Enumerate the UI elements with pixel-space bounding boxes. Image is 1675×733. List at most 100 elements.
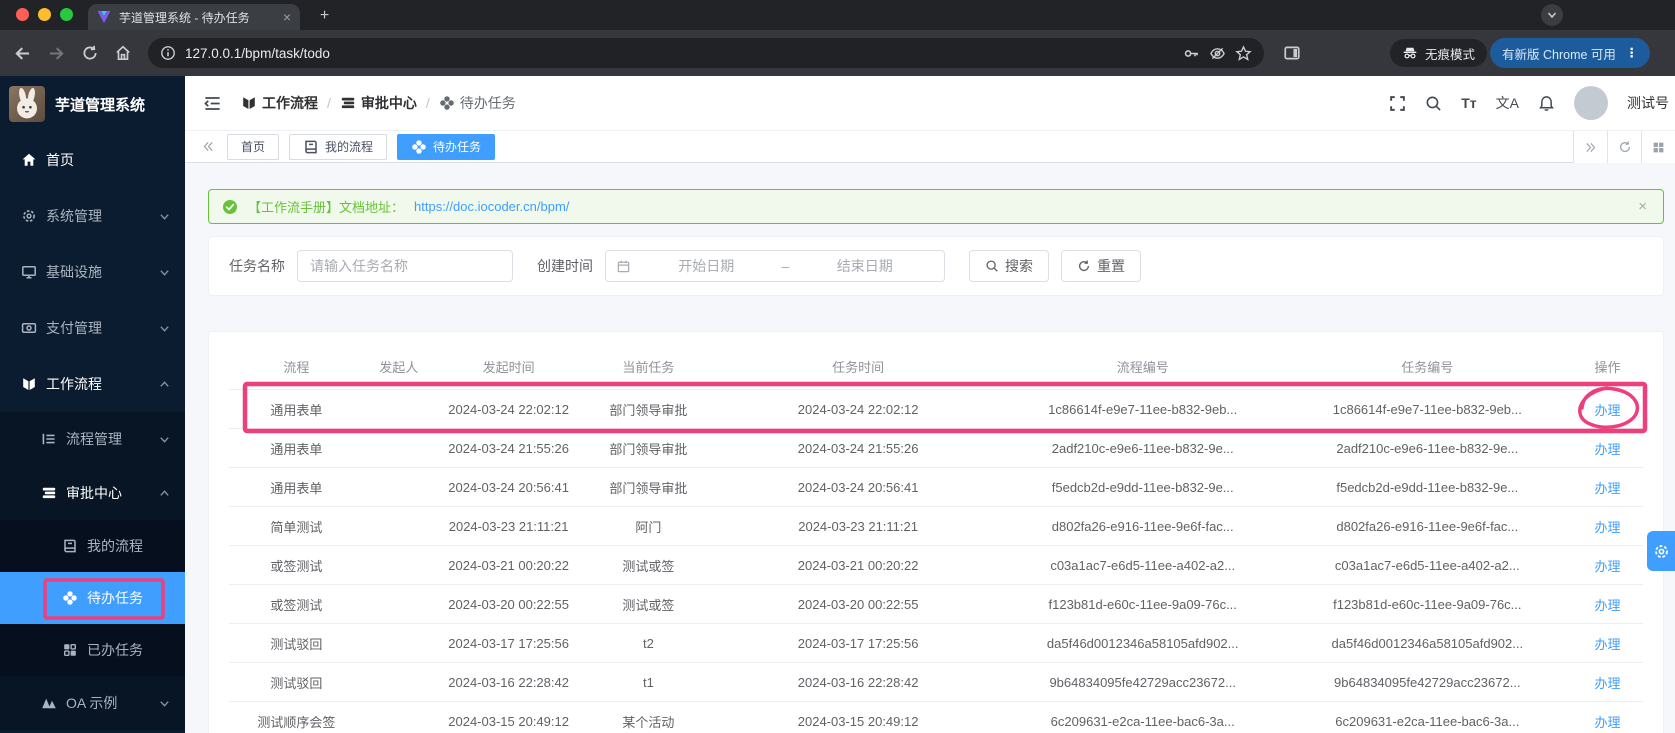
table-row: 或签测试 2024-03-20 00:22:55 测试或签 2024-03-20 00… xyxy=(229,585,1643,624)
tab-todo-tasks[interactable]: 待办任务 xyxy=(397,133,496,160)
alert-close-icon[interactable]: × xyxy=(1638,198,1647,215)
reset-button[interactable]: 重置 xyxy=(1061,250,1141,282)
cell-process-id: f5edcb2d-e9dd-11ee-b832-9e... xyxy=(1051,479,1234,495)
fullscreen-icon[interactable] xyxy=(1389,95,1406,112)
refresh-page-icon[interactable] xyxy=(1607,131,1641,163)
eye-off-icon[interactable] xyxy=(1209,45,1226,62)
page-content: 【工作流手册】文档地址： https://doc.iocoder.cn/bpm/… xyxy=(185,164,1675,733)
handle-link[interactable]: 办理 xyxy=(1595,598,1621,613)
chevron-down-icon xyxy=(159,211,170,222)
forward-icon[interactable] xyxy=(47,44,66,63)
app-logo-row[interactable]: 芋道管理系统 xyxy=(0,76,185,132)
url-text[interactable]: 127.0.0.1/bpm/task/todo xyxy=(185,46,1174,61)
sidebar-item-payment[interactable]: 支付管理 xyxy=(0,300,185,356)
close-window-button[interactable] xyxy=(16,8,29,21)
browser-home-icon[interactable] xyxy=(114,44,132,63)
cell-process-id: c03a1ac7-e6d5-11ee-a402-a2... xyxy=(1050,557,1236,573)
tab-home[interactable]: 首页 xyxy=(227,133,280,160)
table-row: 测试驳回 2024-03-16 22:28:42 t1 2024-03-16 22:2… xyxy=(229,663,1643,702)
sidebar-item-process-mgmt[interactable]: 流程管理 xyxy=(0,412,185,466)
search-icon[interactable] xyxy=(1425,95,1442,112)
sidebar-item-approval-center[interactable]: 审批中心 xyxy=(0,466,185,520)
collapse-menu-icon[interactable] xyxy=(203,94,222,113)
bookmark-star-icon[interactable] xyxy=(1235,44,1252,62)
zoom-window-button[interactable] xyxy=(60,8,73,21)
reload-icon[interactable] xyxy=(81,44,99,63)
window-controls[interactable] xyxy=(16,8,73,21)
address-bar[interactable]: 127.0.0.1/bpm/task/todo xyxy=(148,38,1264,68)
sidebar-item-infra[interactable]: 基础设施 xyxy=(0,244,185,300)
font-size-icon[interactable]: Tт xyxy=(1461,95,1476,111)
sidebar-item-system[interactable]: 系统管理 xyxy=(0,188,185,244)
search-button[interactable]: 搜索 xyxy=(969,250,1049,282)
doc-link[interactable]: https://doc.iocoder.cn/bpm/ xyxy=(414,199,569,214)
handle-link[interactable]: 办理 xyxy=(1595,442,1621,457)
minimize-window-button[interactable] xyxy=(38,8,51,21)
cell-process: 或签测试 xyxy=(270,558,323,574)
chevron-down-icon xyxy=(159,434,170,445)
cell-process: 通用表单 xyxy=(270,441,323,457)
sidebar-item-label: 首页 xyxy=(46,152,74,168)
password-key-icon[interactable] xyxy=(1183,45,1200,62)
back-icon[interactable] xyxy=(13,44,32,63)
cell-task-id: 9b64834095fe42729acc23672... xyxy=(1334,674,1521,690)
avatar[interactable] xyxy=(1574,86,1608,120)
table-row: 通用表单 2024-03-24 20:56:41 部门领导审批 2024-03-24 … xyxy=(229,468,1643,507)
handle-link[interactable]: 办理 xyxy=(1595,520,1621,535)
sidebar-item-label: 流程管理 xyxy=(66,431,122,447)
sidebar-item-workflow[interactable]: 工作流程 xyxy=(0,356,185,412)
browser-tab[interactable]: 芋道管理系统 - 待办任务 × xyxy=(88,4,300,30)
sidebar-item-label: 已办任务 xyxy=(87,642,143,658)
cell-start-time: 2024-03-21 00:20:22 xyxy=(448,557,569,573)
layout-grid-icon[interactable] xyxy=(1641,131,1675,163)
handle-link[interactable]: 办理 xyxy=(1595,559,1621,574)
sidebar-item-home[interactable]: 首页 xyxy=(0,132,185,188)
cell-start-time: 2024-03-16 22:28:42 xyxy=(448,674,569,690)
main-area: 工作流程 / 审批中心 / 待办任务 Tт 文A 测试号 首页 我的流程 待办任务 xyxy=(185,76,1675,733)
new-tab-button[interactable]: + xyxy=(316,7,333,25)
handle-link[interactable]: 办理 xyxy=(1595,403,1621,418)
cell-process-id: 1c86614f-e9e7-11ee-b832-9eb... xyxy=(1048,401,1238,417)
user-menu[interactable]: 测试号 xyxy=(1627,93,1671,113)
end-date-placeholder[interactable]: 结束日期 xyxy=(795,256,934,276)
breadcrumb-item-workflow[interactable]: 工作流程 xyxy=(241,93,318,113)
calendar-icon xyxy=(616,259,631,274)
start-date-placeholder[interactable]: 开始日期 xyxy=(637,256,776,276)
tabs-scroll-right-icon[interactable] xyxy=(1573,131,1607,163)
chrome-update-label: 有新版 Chrome 可用 xyxy=(1502,47,1616,62)
open-tabs: 首页 我的流程 待办任务 xyxy=(227,133,496,160)
handle-link[interactable]: 办理 xyxy=(1595,481,1621,496)
cell-task-id: c03a1ac7-e6d5-11ee-a402-a2... xyxy=(1334,557,1520,573)
handle-link[interactable]: 办理 xyxy=(1595,715,1621,730)
close-tab-icon[interactable]: × xyxy=(283,9,291,25)
tab-my-process[interactable]: 我的流程 xyxy=(289,133,388,160)
incognito-badge: 无痕模式 xyxy=(1390,39,1488,67)
sidebar-item-done-tasks[interactable]: 已办任务 xyxy=(0,624,185,676)
cell-start-time: 2024-03-24 22:02:12 xyxy=(448,401,569,417)
breadcrumb-item-approval-center[interactable]: 审批中心 xyxy=(340,93,417,113)
chevron-up-icon xyxy=(159,379,170,390)
cell-process-id: f123b81d-e60c-11ee-9a09-76c... xyxy=(1048,596,1237,612)
sidebar-item-oa-example[interactable]: OA 示例 xyxy=(0,676,185,730)
sidebar-item-my-process[interactable]: 我的流程 xyxy=(0,520,185,572)
table-row: 简单测试 2024-03-23 21:11:21 阿门 2024-03-23 21:1… xyxy=(229,507,1643,546)
side-panel-icon[interactable] xyxy=(1283,44,1301,62)
cell-task-time: 2024-03-24 22:02:12 xyxy=(797,401,919,417)
task-name-field[interactable] xyxy=(297,250,513,282)
bell-icon[interactable] xyxy=(1538,95,1555,112)
sidebar-item-todo-tasks[interactable]: 待办任务 xyxy=(0,572,185,624)
workflow-icon xyxy=(241,95,257,111)
translate-icon[interactable]: 文A xyxy=(1496,93,1519,113)
cell-task-time: 2024-03-24 21:55:26 xyxy=(797,440,919,456)
create-time-label: 创建时间 xyxy=(537,258,593,274)
handle-link[interactable]: 办理 xyxy=(1595,637,1621,652)
tabs-scroll-left-icon[interactable] xyxy=(195,140,221,153)
date-range-picker[interactable]: 开始日期 – 结束日期 xyxy=(605,250,945,282)
site-info-icon[interactable] xyxy=(160,45,176,61)
tab-search-button[interactable] xyxy=(1541,4,1563,26)
theme-settings-button[interactable] xyxy=(1647,531,1675,571)
sidebar: 芋道管理系统 首页 系统管理 基础设施 支付管理 工作流程 流程管理 审批中心 xyxy=(0,76,185,733)
task-name-input[interactable] xyxy=(310,258,500,274)
handle-link[interactable]: 办理 xyxy=(1595,676,1621,691)
chrome-update-button[interactable]: 有新版 Chrome 可用 ⋮ xyxy=(1490,38,1650,68)
